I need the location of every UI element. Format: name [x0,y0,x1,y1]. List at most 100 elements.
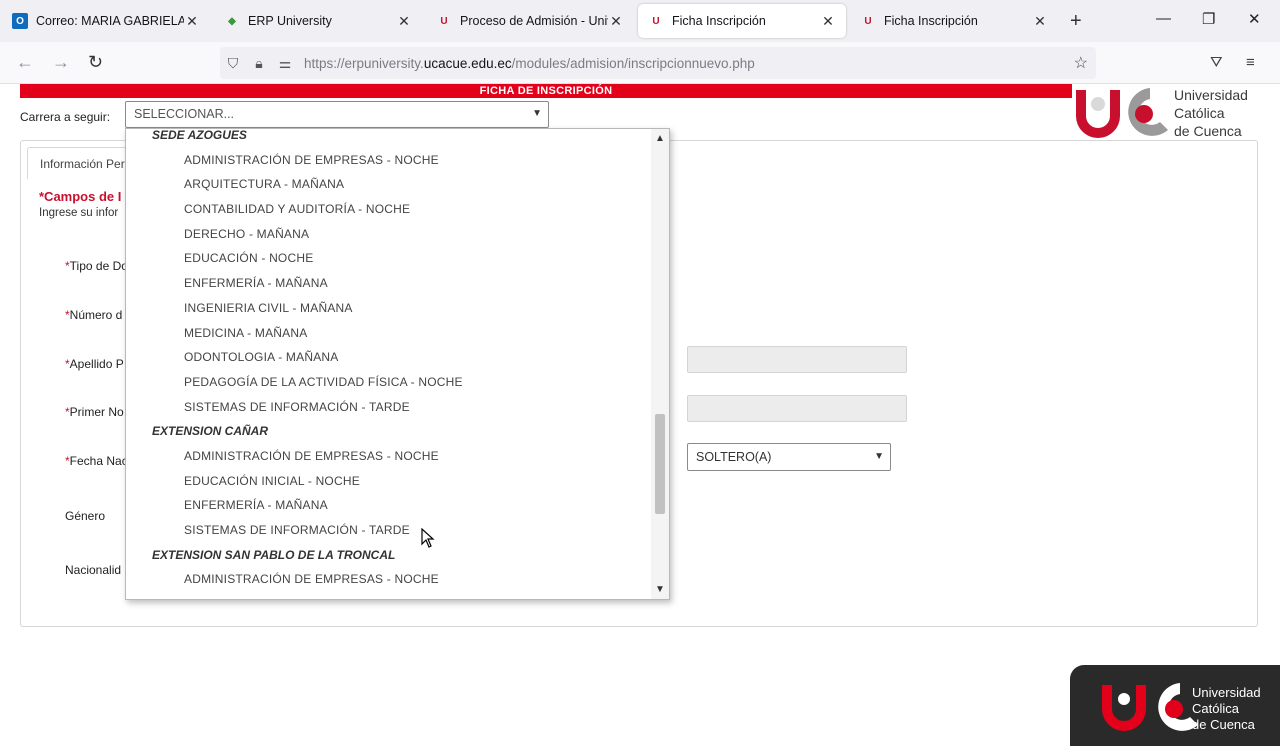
chevron-down-icon: ▼ [874,451,884,462]
tab-proceso-admision[interactable]: U Proceso de Admisión - Universidad ✕ [426,4,634,38]
tab-title: Correo: MARIA GABRIELA VICUÑA [36,14,184,28]
label-text: Fecha Nac [69,454,128,468]
carrera-dropdown-list[interactable]: SEDE AZOGUES ADMINISTRACIÓN DE EMPRESAS -… [125,128,670,600]
dropdown-option[interactable]: EDUCACIÓN INICIAL - NOCHE [126,469,652,494]
logo-line: Universidad [1174,87,1248,103]
label-text: Número d [69,308,123,322]
estado-civil-select[interactable]: SOLTERO(A) ▼ [687,443,891,471]
pocket-icon[interactable]: ⛛ [1210,54,1223,71]
permissions-icon[interactable]: ⚌ [272,55,298,72]
outlook-icon: O [12,13,28,29]
bookmark-star-icon[interactable]: ☆ [1074,53,1088,73]
browser-tab-bar: O Correo: MARIA GABRIELA VICUÑA ✕ ◆ ERP … [0,0,1280,42]
watermark-logo: Universidad Católica de Cuenca [1070,665,1280,746]
apellido-materno-input[interactable] [687,346,907,373]
tab-correo[interactable]: O Correo: MARIA GABRIELA VICUÑA ✕ [2,4,210,38]
shield-icon[interactable]: ⛉ [220,55,246,72]
browser-nav-bar: ← → ↻ ⛉ 🔒︎ ⚌ https://erpuniversity.ucacu… [0,42,1280,84]
erp-icon: ◆ [228,15,236,27]
dropdown-option[interactable]: ADMINISTRACIÓN DE EMPRESAS - NOCHE [126,444,652,469]
dropdown-option[interactable]: MEDICINA - MAÑANA [126,321,652,346]
tab-title: Proceso de Admisión - Universidad [460,14,608,28]
forward-arrow-icon[interactable]: → [52,52,70,73]
dropdown-option[interactable]: ENFERMERÍA - MAÑANA [126,271,652,296]
field-label-fecha: *Fecha Nac [65,454,128,468]
field-label-nacionalidad: Nacionalid [65,563,122,577]
dropdown-option[interactable]: ARQUITECTURA - MAÑANA [126,172,652,197]
dropdown-option[interactable]: PEDAGOGÍA DE LA ACTIVIDAD FÍSICA - NOCHE [126,370,652,395]
back-arrow-icon[interactable]: ← [16,52,34,73]
watermark-text: Universidad Católica de Cuenca [1192,685,1261,733]
estado-civil-value: SOLTERO(A) [696,450,772,464]
tab-title: Ficha Inscripción [672,14,766,28]
url-prefix: https://erpuniversity. [304,55,424,71]
tab-ficha-inscripcion-active[interactable]: U Ficha Inscripción ✕ [638,4,846,38]
dropdown-option[interactable]: EDUCACIÓN - NOCHE [126,246,652,271]
uc-logo-icon [1076,88,1168,138]
window-close-icon[interactable]: ✕ [1248,10,1261,28]
dropdown-group-label: SEDE AZOGUES [152,128,247,142]
tab-title: Ficha Inscripción [884,14,978,28]
url-bar[interactable]: ⛉ 🔒︎ ⚌ https://erpuniversity.ucacue.edu.… [220,47,1096,79]
close-icon[interactable]: ✕ [1032,13,1048,30]
url-path: /modules/admision/inscripcionnuevo.php [511,55,755,71]
uc-icon: U [652,15,660,27]
dropdown-option[interactable]: INGENIERIA CIVIL - MAÑANA [126,296,652,321]
dropdown-option[interactable]: ODONTOLOGIA - MAÑANA [126,345,652,370]
url-text[interactable]: https://erpuniversity.ucacue.edu.ec/modu… [304,56,755,71]
new-tab-button[interactable]: + [1070,10,1082,33]
dropdown-option[interactable]: SISTEMAS DE INFORMACIÓN - TARDE [126,395,652,420]
tab-title: ERP University [248,14,332,28]
scroll-thumb[interactable] [655,414,665,514]
dropdown-group-label: EXTENSION CAÑAR [152,424,269,439]
close-icon[interactable]: ✕ [184,13,200,30]
watermark-line: Universidad [1192,685,1261,700]
close-icon[interactable]: ✕ [396,13,412,30]
dropdown-option[interactable]: ADMINISTRACIÓN DE EMPRESAS - NOCHE [126,567,652,592]
tab-erp[interactable]: ◆ ERP University ✕ [214,4,422,38]
mouse-cursor-icon [421,528,435,548]
dropdown-option[interactable]: ENFERMERÍA - MAÑANA [126,493,652,518]
instructions-text: Ingrese su infor [39,207,119,219]
menu-icon[interactable]: ≡ [1246,54,1255,71]
dropdown-group-label: EXTENSION SAN PABLO DE LA TRONCAL [152,547,396,562]
carrera-label: Carrera a seguir: [20,110,111,124]
logo-text: Universidad Católica de Cuenca [1174,86,1248,140]
carrera-selected-value: SELECCIONAR... [134,107,235,121]
logo-line: de Cuenca [1174,123,1242,139]
scroll-down-icon[interactable]: ▼ [651,584,669,595]
logo-line: Católica [1174,105,1225,121]
field-label-numero: *Número d [65,308,122,322]
field-label-genero: Género [65,509,106,523]
watermark-line: de Cuenca [1192,717,1255,732]
field-label-tipo: *Tipo de Do [65,259,128,273]
carrera-select[interactable]: SELECCIONAR... ▼ [125,101,549,128]
required-fields-title: *Campos de I [39,189,122,204]
label-text: Tipo de Do [69,259,128,273]
close-icon[interactable]: ✕ [820,13,836,30]
field-label-apellido: *Apellido P [65,357,124,371]
banner-title: FICHA DE INSCRIPCIÓN [20,84,1072,98]
restore-icon[interactable]: ❐ [1202,10,1215,28]
label-text: Primer No [69,405,124,419]
tab-ficha-inscripcion[interactable]: U Ficha Inscripción ✕ [850,4,1058,38]
uc-icon: U [864,15,872,27]
segundo-nombre-input[interactable] [687,395,907,422]
scroll-up-icon[interactable]: ▲ [651,133,669,144]
url-domain: ucacue.edu.ec [423,55,512,71]
dropdown-option[interactable]: DERECHO - MAÑANA [126,222,652,247]
lock-icon[interactable]: 🔒︎ [246,55,272,72]
minimize-icon[interactable]: — [1156,10,1171,27]
field-label-primer: *Primer No [65,405,124,419]
page-content: FICHA DE INSCRIPCIÓN Universidad Católic… [0,84,1280,746]
dropdown-option[interactable]: CONTABILIDAD Y AUDITORÍA - NOCHE [126,197,652,222]
dropdown-scrollbar[interactable]: ▲ ▼ [651,129,669,599]
university-logo: Universidad Católica de Cuenca [1072,84,1272,140]
chevron-down-icon: ▼ [532,108,542,119]
close-icon[interactable]: ✕ [608,13,624,30]
dropdown-options: SEDE AZOGUES ADMINISTRACIÓN DE EMPRESAS -… [126,128,652,592]
dropdown-option[interactable]: SISTEMAS DE INFORMACIÓN - TARDE [126,518,652,543]
reload-icon[interactable]: ↻ [88,52,103,73]
watermark-line: Católica [1192,701,1239,716]
dropdown-option[interactable]: ADMINISTRACIÓN DE EMPRESAS - NOCHE [126,148,652,173]
